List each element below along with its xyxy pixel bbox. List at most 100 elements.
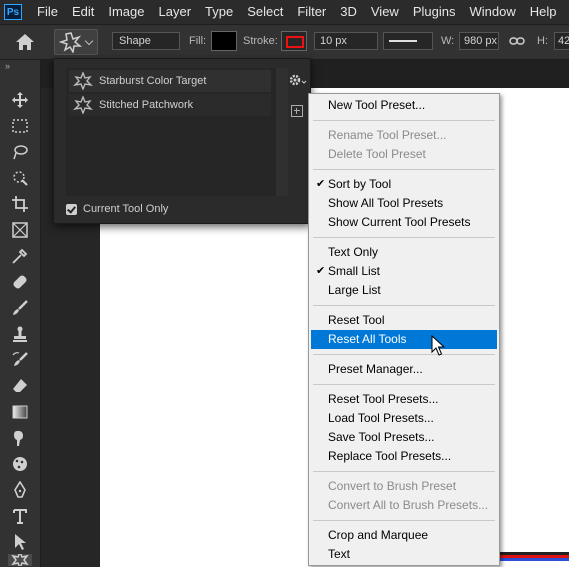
tool-presets-panel: Starburst Color Target Stitched Patchwor… (53, 58, 311, 224)
menu-item-label: Show All Tool Presets (328, 196, 444, 210)
menu-item-label: Preset Manager... (328, 362, 423, 376)
menu-file[interactable]: File (30, 0, 65, 24)
menu-help[interactable]: Help (523, 0, 564, 24)
brush-icon[interactable] (8, 298, 32, 318)
tool-preset-picker[interactable] (54, 29, 98, 55)
fill-swatch[interactable] (211, 31, 237, 51)
current-tool-only-label: Current Tool Only (83, 203, 169, 215)
menu-item-label: Crop and Marquee (328, 528, 429, 542)
check-icon: ✔ (316, 265, 326, 277)
link-icon[interactable] (509, 34, 525, 48)
menu-item-reset-tool[interactable]: Reset Tool (311, 311, 497, 330)
menu-item-label: Delete Tool Preset (328, 147, 426, 161)
menu-type[interactable]: Type (198, 0, 240, 24)
menu-item-new-tool-preset[interactable]: New Tool Preset... (311, 96, 497, 115)
menu-item-sort-by-tool[interactable]: ✔ Sort by Tool (311, 175, 497, 194)
list-item[interactable]: Starburst Color Target (69, 70, 271, 92)
type-icon[interactable] (8, 506, 32, 526)
menu-3d[interactable]: 3D (333, 0, 364, 24)
menu-item-show-current-tool-presets[interactable]: Show Current Tool Presets (311, 213, 497, 232)
menu-filter[interactable]: Filter (290, 0, 333, 24)
menu-separator (313, 305, 495, 306)
menu-item-load-tool-presets[interactable]: Load Tool Presets... (311, 409, 497, 428)
fill-label: Fill: (189, 35, 207, 47)
menu-image[interactable]: Image (101, 0, 151, 24)
menu-item-label: Small List (328, 264, 381, 278)
list-item[interactable]: Stitched Patchwork (69, 94, 271, 116)
menu-item-crop-and-marquee[interactable]: Crop and Marquee (311, 526, 497, 545)
menu-item-label: Load Tool Presets... (328, 411, 434, 425)
move-icon[interactable] (8, 90, 32, 110)
stroke-width-field[interactable]: 10 px (314, 32, 378, 50)
healing-icon[interactable] (8, 272, 32, 292)
quick-select-icon[interactable] (8, 168, 32, 188)
height-label: H: (537, 35, 548, 47)
preset-name: Starburst Color Target (99, 75, 207, 87)
new-preset-icon[interactable] (291, 105, 303, 117)
canvas-stripe-graphic (500, 552, 569, 567)
menu-separator (313, 384, 495, 385)
menu-layer[interactable]: Layer (152, 0, 199, 24)
menu-item-label: Reset Tool Presets... (328, 392, 439, 406)
menu-item-label: Sort by Tool (328, 177, 392, 191)
options-bar: Shape Fill: Stroke: 10 px W: 980 px H: 4… (0, 24, 569, 60)
menu-view[interactable]: View (364, 0, 406, 24)
toolbar-collapse-icon[interactable]: » (5, 61, 10, 71)
check-icon: ✔ (316, 178, 326, 190)
menu-item-label: Convert to Brush Preset (328, 479, 457, 493)
history-brush-icon[interactable] (8, 350, 32, 370)
menu-item-label: Save Tool Presets... (328, 430, 435, 444)
menu-edit[interactable]: Edit (65, 0, 101, 24)
menu-item-text[interactable]: Text (311, 545, 497, 564)
crop-icon[interactable] (8, 194, 32, 214)
stroke-type-select[interactable] (383, 32, 433, 50)
shape-mode-select[interactable]: Shape (112, 32, 180, 50)
menu-item-text-only[interactable]: Text Only (311, 243, 497, 262)
menu-item-label: Text Only (328, 245, 379, 259)
home-icon[interactable] (14, 32, 36, 52)
menu-item-delete-tool-preset: Delete Tool Preset (311, 145, 497, 164)
custom-shape-icon (73, 72, 93, 90)
eyedropper-icon[interactable] (8, 246, 32, 266)
menu-item-small-list[interactable]: ✔ Small List (311, 262, 497, 281)
menu-item-label: Text (328, 547, 351, 561)
presets-context-menu: New Tool Preset... Rename Tool Preset...… (308, 93, 500, 566)
menu-item-reset-tool-presets[interactable]: Reset Tool Presets... (311, 390, 497, 409)
menu-item-replace-tool-presets[interactable]: Replace Tool Presets... (311, 447, 497, 466)
gradient-icon[interactable] (8, 402, 32, 422)
menu-item-label: Convert All to Brush Presets... (328, 498, 489, 512)
menu-separator (313, 169, 495, 170)
menu-window[interactable]: Window (462, 0, 522, 24)
path-select-icon[interactable] (8, 532, 32, 552)
menu-item-preset-manager[interactable]: Preset Manager... (311, 360, 497, 379)
menu-item-save-tool-presets[interactable]: Save Tool Presets... (311, 428, 497, 447)
lasso-icon[interactable] (8, 142, 32, 162)
menu-item-large-list[interactable]: Large List (311, 281, 497, 300)
width-label: W: (441, 35, 455, 47)
width-field[interactable]: 980 px (459, 32, 499, 50)
sponge-icon[interactable] (8, 454, 32, 474)
menu-item-show-all-tool-presets[interactable]: Show All Tool Presets (311, 194, 497, 213)
height-field[interactable]: 42 (554, 32, 569, 50)
eraser-icon[interactable] (8, 376, 32, 396)
frame-icon[interactable] (8, 220, 32, 240)
menu-item-reset-all-tools[interactable]: Reset All Tools (311, 330, 497, 349)
current-tool-only-checkbox[interactable]: Current Tool Only (66, 203, 168, 215)
photoshop-logo: Ps (4, 4, 22, 20)
preset-name: Stitched Patchwork (99, 99, 194, 111)
custom-shape-icon[interactable] (8, 554, 32, 566)
menu-item-label: Rename Tool Preset... (328, 128, 447, 142)
menu-select[interactable]: Select (240, 0, 290, 24)
menu-separator (313, 237, 495, 238)
menu-bar: Ps File Edit Image Layer Type Select Fil… (0, 0, 569, 24)
gear-icon[interactable] (286, 70, 308, 90)
pen-icon[interactable] (8, 480, 32, 500)
stamp-icon[interactable] (8, 324, 32, 344)
menu-plugins[interactable]: Plugins (406, 0, 463, 24)
marquee-icon[interactable] (8, 116, 32, 136)
menu-item-label: Reset Tool (328, 313, 385, 327)
checkbox-icon[interactable] (66, 203, 77, 215)
menu-item-label: Replace Tool Presets... (328, 449, 452, 463)
smudge-icon[interactable] (8, 428, 32, 448)
stroke-swatch[interactable] (281, 31, 307, 51)
